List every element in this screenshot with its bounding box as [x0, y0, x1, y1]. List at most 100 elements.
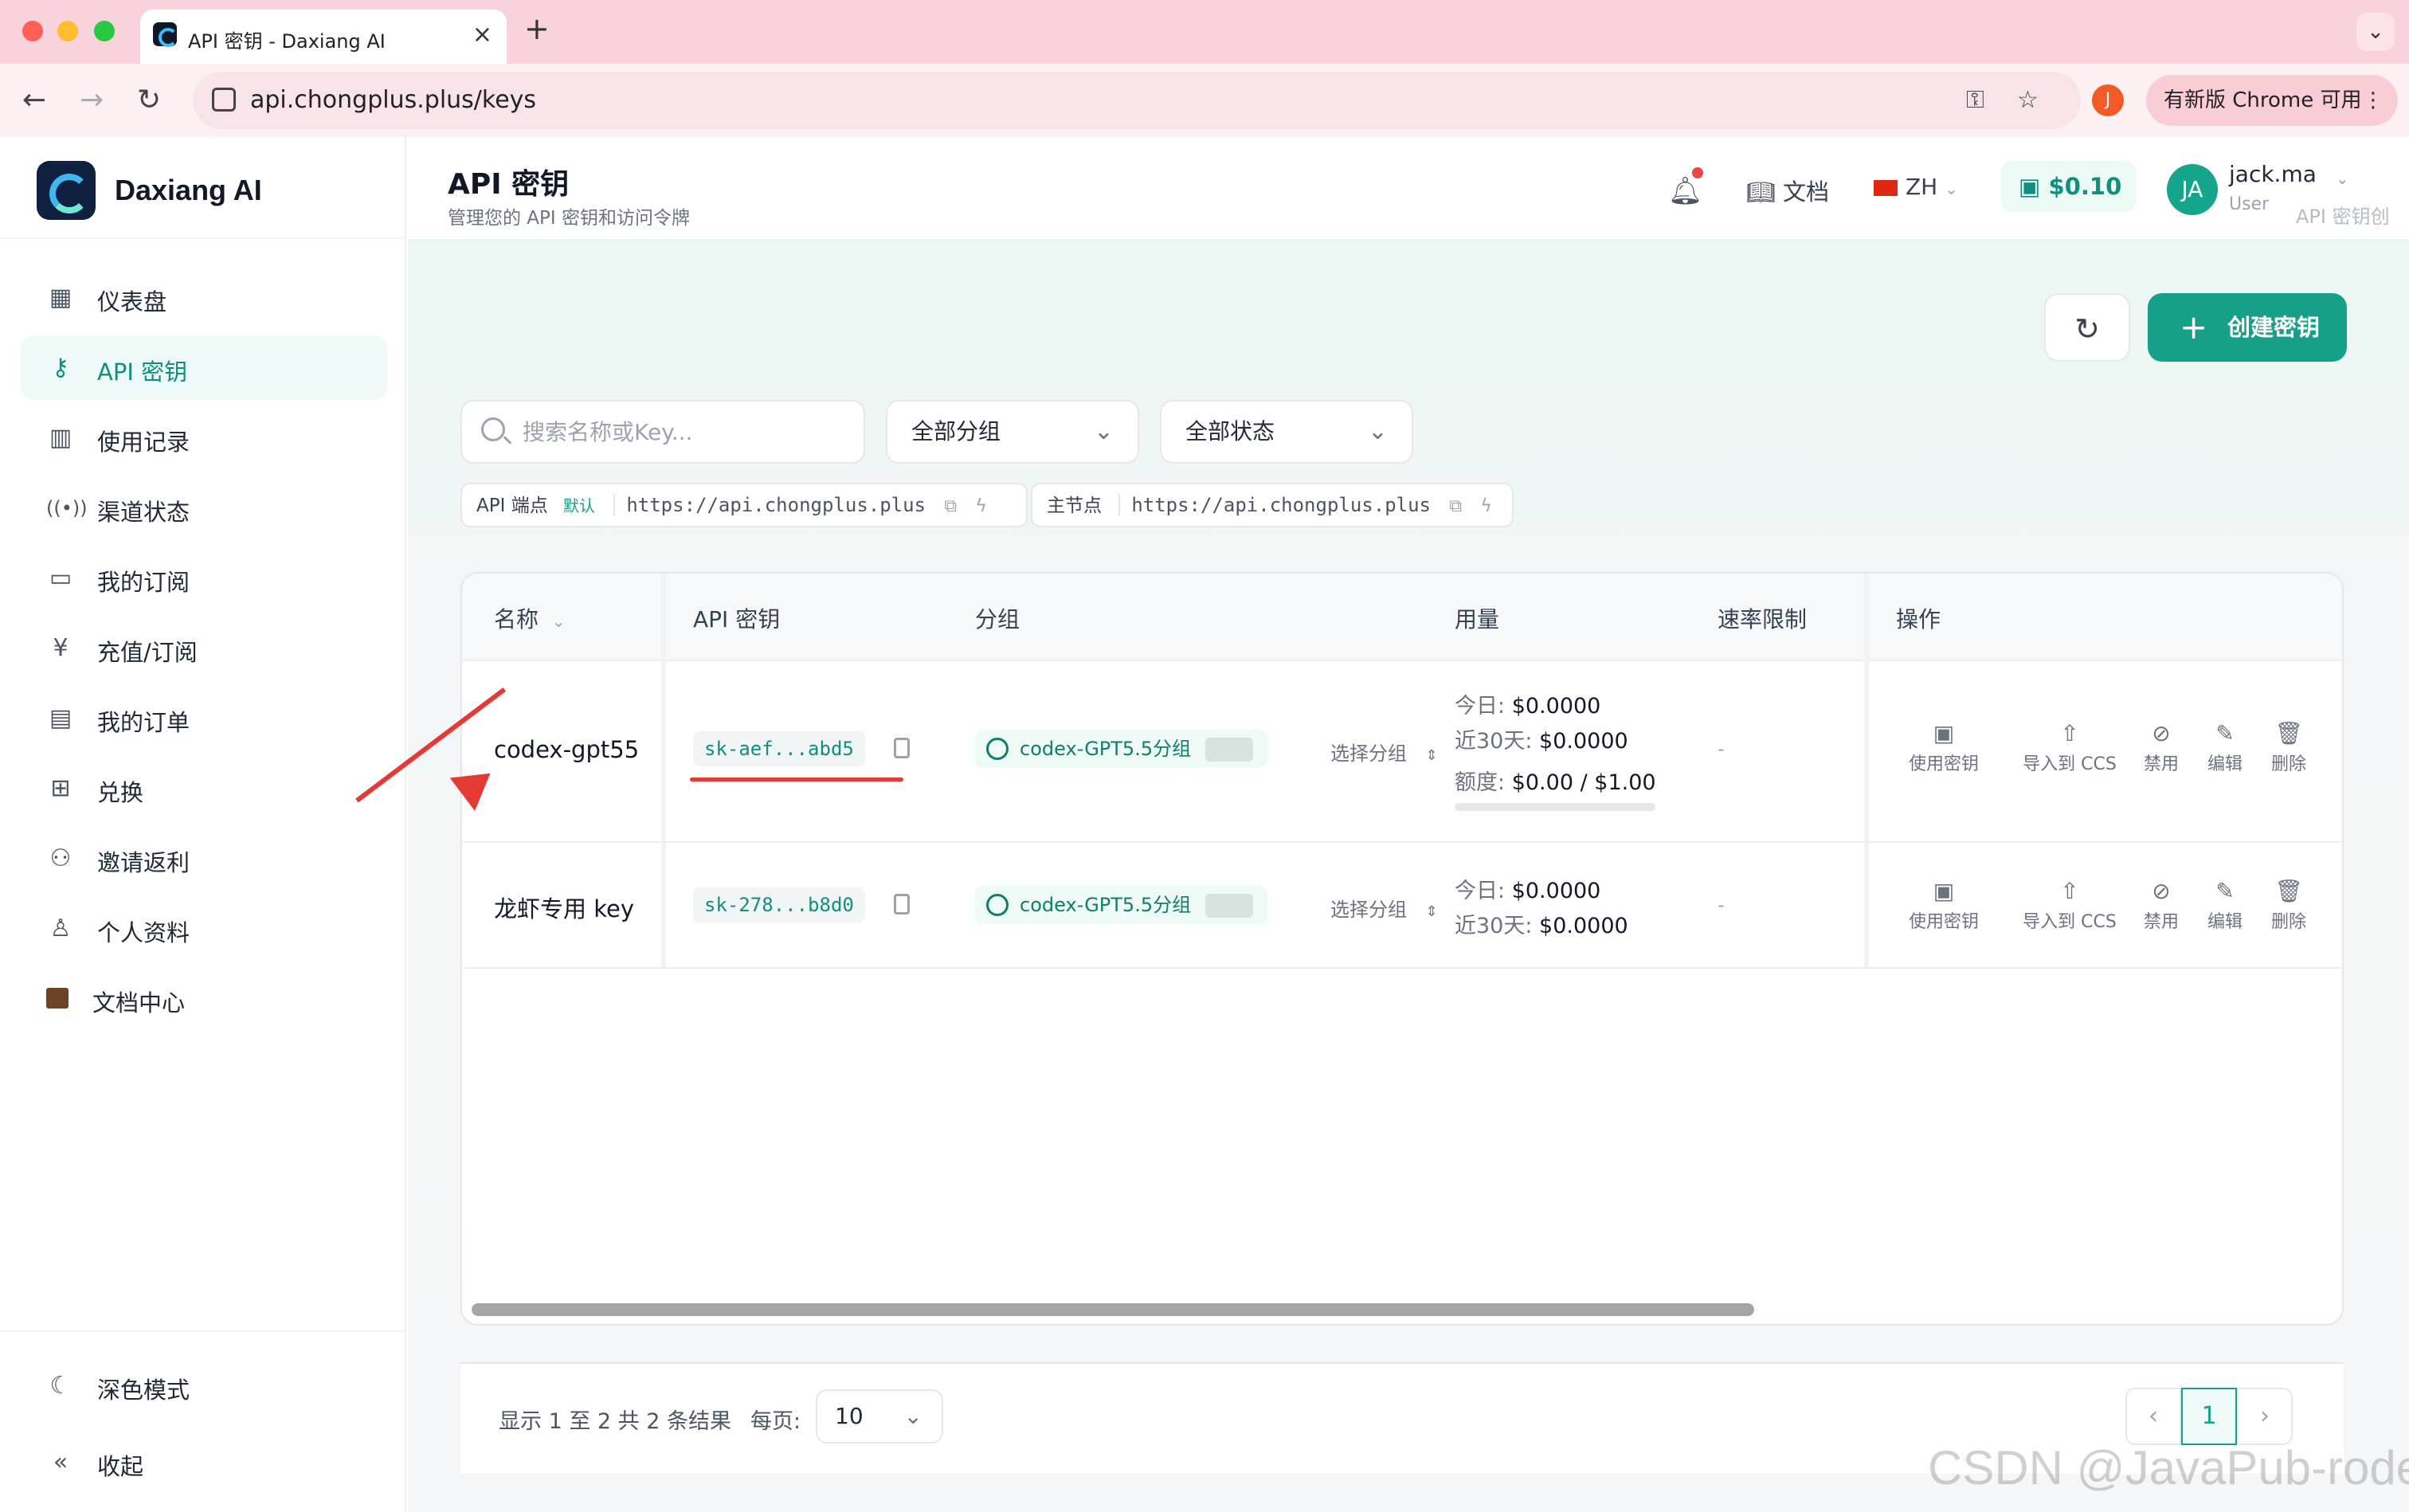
sidebar-item-subscriptions[interactable]: ▭ 我的订阅	[21, 546, 387, 610]
next-page-button[interactable]: ›	[2237, 1388, 2293, 1445]
close-window-button[interactable]	[22, 21, 43, 41]
tab-title: API 密钥 - Daxiang AI	[188, 30, 386, 53]
tab-search-chevron-icon[interactable]: ⌄	[2356, 13, 2395, 51]
maximize-window-button[interactable]	[94, 21, 115, 41]
import-ccs-button[interactable]: ⇧ 导入到 CCS	[2011, 720, 2129, 775]
select-group-dropdown[interactable]: 选择分组 ⇕	[1330, 894, 1438, 922]
api-key-value[interactable]: sk-278...b8d0	[693, 887, 865, 922]
group-filter-select[interactable]: 全部分组 ⌄	[886, 400, 1139, 464]
group-filter-value: 全部分组	[911, 418, 1001, 445]
rate-limit-value: -	[1718, 738, 1725, 760]
url-bar[interactable]: api.chongplus.plus/keys ⚿ ☆	[193, 72, 2081, 129]
brand[interactable]: Daxiang AI	[0, 137, 405, 239]
action-label: 使用密钥	[1908, 754, 1979, 774]
bookmark-star-icon[interactable]: ☆	[2017, 86, 2039, 114]
key-icon: ⚷	[52, 354, 69, 382]
sidebar-item-orders[interactable]: ▤ 我的订单	[21, 687, 387, 750]
browser-tab[interactable]: API 密钥 - Daxiang AI ×	[140, 10, 507, 64]
minimize-window-button[interactable]	[57, 21, 78, 41]
edit-button[interactable]: ✎ 编辑	[2189, 878, 2261, 933]
sidebar-item-docs[interactable]: 文档中心	[21, 967, 387, 1031]
refresh-button[interactable]: ↻	[2044, 293, 2130, 362]
dark-mode-toggle[interactable]: ☾ 深色模式	[21, 1354, 387, 1418]
users-icon: ⚇	[49, 844, 72, 872]
api-key-value[interactable]: sk-aef...abd5	[693, 731, 865, 766]
sidebar-item-redeem[interactable]: ⊞ 兑换	[21, 757, 387, 821]
select-group-dropdown[interactable]: 选择分组 ⇕	[1330, 738, 1438, 766]
page-number-button[interactable]: 1	[2181, 1388, 2237, 1445]
bar-chart-icon: ▥	[49, 424, 72, 452]
books-icon	[46, 988, 69, 1009]
tab-close-icon[interactable]: ×	[472, 21, 492, 49]
bell-icon[interactable]: 🔔︎	[1668, 175, 1702, 207]
password-key-icon[interactable]: ⚿	[1966, 86, 1984, 114]
disable-button[interactable]: ⊘ 禁用	[2125, 878, 2197, 933]
sidebar-item-api-keys[interactable]: ⚷ API 密钥	[21, 336, 387, 400]
blurred-area	[1204, 738, 1253, 762]
dashboard-icon: ▦	[49, 284, 72, 311]
address-toolbar: ← → ↻ api.chongplus.plus/keys ⚿ ☆	[0, 64, 2409, 137]
edit-icon: ✎	[2215, 878, 2235, 904]
prev-page-button[interactable]: ‹	[2125, 1388, 2181, 1445]
default-tag: 默认	[563, 496, 596, 515]
usage-30d: 近30天: $0.0000	[1455, 723, 1628, 754]
page-header: API 密钥 管理您的 API 密钥和访问令牌 🔔︎ 📖︎ 文档 ZH ⌄ ▣ …	[408, 137, 2409, 241]
usage-value: $0.0000	[1511, 879, 1601, 903]
lightning-icon[interactable]: ϟ	[975, 496, 987, 516]
horizontal-scrollbar[interactable]	[472, 1303, 1754, 1316]
use-key-button[interactable]: ▣ 使用密钥	[1896, 720, 1992, 775]
delete-button[interactable]: 🗑︎ 删除	[2253, 878, 2325, 933]
chrome-update-button[interactable]: 有新版 Chrome 可用 ⋮	[2146, 75, 2398, 126]
action-label: 导入到 CCS	[2023, 754, 2117, 774]
url-text[interactable]: api.chongplus.plus/keys	[250, 86, 536, 114]
user-name[interactable]: jack.ma	[2229, 161, 2317, 187]
usage-value: $0.0000	[1511, 694, 1601, 719]
sidebar-item-usage[interactable]: ▥ 使用记录	[21, 406, 387, 470]
disable-button[interactable]: ⊘ 禁用	[2125, 720, 2197, 775]
back-arrow-icon[interactable]: ←	[22, 84, 46, 116]
sidebar-item-profile[interactable]: ♙ 个人资料	[21, 897, 387, 961]
endpoint-label: 主节点	[1047, 496, 1102, 516]
sidebar-item-label: 仪表盘	[97, 288, 167, 315]
clipboard-icon[interactable]	[894, 738, 910, 758]
chevron-down-icon: ⌄	[551, 612, 566, 631]
reload-icon[interactable]: ↻	[137, 84, 161, 116]
create-key-button[interactable]: + 创建密钥	[2148, 293, 2347, 362]
search-input[interactable]	[523, 416, 857, 448]
lightning-icon[interactable]: ϟ	[1480, 496, 1492, 516]
language-selector[interactable]: ZH ⌄	[1874, 174, 1958, 200]
balance-badge[interactable]: ▣ $0.10	[2001, 161, 2137, 212]
user-avatar[interactable]: JA	[2167, 164, 2218, 215]
action-label: 删除	[2270, 912, 2306, 932]
double-chevron-left-icon: «	[53, 1448, 69, 1476]
docs-link[interactable]: 📖︎ 文档	[1746, 174, 1829, 207]
card-icon: ▭	[49, 564, 72, 592]
group-chip: codex-GPT5.5分组	[975, 730, 1267, 768]
chrome-update-label: 有新版 Chrome 可用	[2164, 88, 2362, 112]
copy-icon[interactable]: ⧉	[1449, 496, 1462, 516]
use-key-button[interactable]: ▣ 使用密钥	[1896, 878, 1992, 933]
browser-profile-avatar[interactable]: J	[2092, 84, 2124, 116]
per-page-select[interactable]: 10 ⌄	[816, 1389, 943, 1443]
column-header-name[interactable]: 名称 ⌄	[494, 602, 566, 634]
delete-button[interactable]: 🗑︎ 删除	[2253, 720, 2325, 775]
chevron-down-icon[interactable]: ⌄	[2336, 169, 2349, 188]
action-label: 编辑	[2207, 754, 2243, 774]
page-title: API 密钥	[448, 168, 570, 201]
action-label: 禁用	[2143, 754, 2179, 774]
clipboard-icon[interactable]	[894, 894, 910, 915]
sidebar-item-recharge[interactable]: ¥ 充值/订阅	[21, 617, 387, 680]
status-filter-select[interactable]: 全部状态 ⌄	[1160, 400, 1413, 464]
import-ccs-button[interactable]: ⇧ 导入到 CCS	[2011, 878, 2129, 933]
edit-button[interactable]: ✎ 编辑	[2189, 720, 2261, 775]
forward-arrow-icon[interactable]: →	[80, 84, 104, 116]
sidebar-item-referral[interactable]: ⚇ 邀请返利	[21, 827, 387, 891]
sidebar-item-dashboard[interactable]: ▦ 仪表盘	[21, 266, 387, 330]
sidebar: Daxiang AI ▦ 仪表盘 ⚷ API 密钥 ▥ 使用记录 ((•)) 渠…	[0, 137, 406, 1512]
copy-icon[interactable]: ⧉	[944, 496, 957, 516]
document-icon: ▤	[49, 704, 72, 732]
collapse-sidebar-button[interactable]: « 收起	[21, 1431, 387, 1494]
new-tab-button[interactable]: +	[524, 11, 550, 46]
site-settings-icon[interactable]	[212, 88, 236, 112]
sidebar-item-channel-status[interactable]: ((•)) 渠道状态	[21, 476, 387, 540]
